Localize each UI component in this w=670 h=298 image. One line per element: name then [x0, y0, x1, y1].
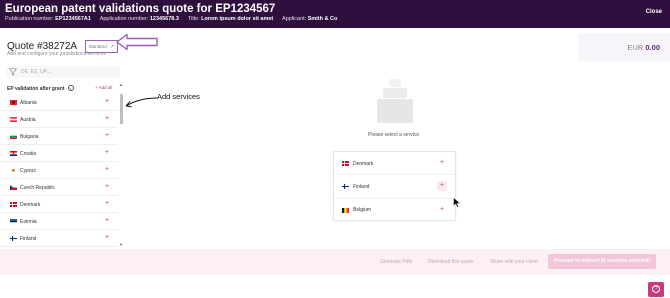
country-name: Cyprus	[20, 167, 36, 174]
add-all-button[interactable]: + Add all	[95, 85, 112, 90]
add-service-button[interactable]: +	[437, 158, 447, 168]
empty-state-message: Please select a service	[368, 132, 420, 138]
denmark-flag-icon	[342, 161, 349, 166]
mouse-cursor-icon	[453, 197, 461, 208]
search-input[interactable]: DE, ES, UP,...	[21, 69, 52, 75]
country-row[interactable]: Albania +	[0, 94, 118, 111]
download-quote-button[interactable]: Download this quote	[428, 259, 473, 265]
scroll-down-icon[interactable]: ▼	[119, 242, 123, 247]
quote-subtitle: Add and configure your jurisdictions/ser…	[7, 51, 106, 57]
add-country-button[interactable]: +	[105, 234, 109, 242]
add-country-button[interactable]: +	[105, 217, 109, 225]
service-name: Belgium	[353, 207, 372, 214]
applicant-label: Applicant:	[282, 16, 307, 22]
country-search[interactable]: DE, ES, UP,...	[6, 66, 120, 78]
country-name: Croatia	[20, 150, 37, 157]
country-name: Finland	[20, 235, 37, 242]
proceed-button[interactable]: Proceed to instruct (0 services selected…	[548, 254, 656, 269]
add-country-button[interactable]: +	[105, 166, 109, 174]
jurisdiction-panel: EP validation after grant i + Add all Al…	[0, 82, 124, 247]
generate-pdfs-button[interactable]: Generate Pdfs	[380, 259, 412, 265]
country-name: Albania	[20, 99, 37, 106]
country-name: Austria	[20, 116, 36, 123]
publication-label: Publication number:	[5, 16, 54, 22]
help-button[interactable]: ?	[648, 282, 664, 297]
country-row[interactable]: Estonia +	[0, 213, 118, 230]
quote-total: EUR 0.00	[578, 33, 670, 61]
country-name: Denmark	[20, 201, 41, 208]
add-country-button[interactable]: +	[105, 200, 109, 208]
cyprus-flag-icon	[10, 168, 17, 173]
country-row[interactable]: Croatia +	[0, 145, 118, 162]
finland-flag-icon	[10, 236, 17, 241]
croatia-flag-icon	[10, 151, 17, 156]
application-value: 12345678.3	[149, 16, 179, 22]
country-row[interactable]: Austria +	[0, 111, 118, 128]
top-bar: European patent validations quote for EP…	[0, 0, 670, 28]
help-icon: ?	[652, 285, 660, 293]
country-row[interactable]: Denmark +	[0, 196, 118, 213]
add-country-button[interactable]: +	[105, 98, 109, 106]
add-service-button[interactable]: +	[437, 181, 447, 192]
bulgaria-flag-icon	[10, 134, 17, 139]
country-list: Albania + Austria + Bulgaria + Croatia + Cyprus +…	[0, 94, 118, 247]
annotation-arrow-icon	[116, 33, 158, 51]
quote-type-label: Standard	[88, 44, 107, 50]
country-row[interactable]: Cyprus +	[0, 162, 118, 179]
share-client-button[interactable]: Share with your client	[490, 259, 538, 265]
patent-meta: Publication number: EP1234567A1 Applicat…	[5, 16, 337, 22]
albania-flag-icon	[10, 100, 17, 105]
country-row[interactable]: Czech Republic +	[0, 179, 118, 196]
info-icon[interactable]: i	[67, 85, 74, 91]
swap-icon: ↗	[110, 44, 115, 51]
annotation-pointer-icon	[125, 97, 158, 108]
service-row[interactable]: Denmark +	[334, 152, 455, 176]
country-name: Estonia	[20, 218, 37, 225]
estonia-flag-icon	[10, 219, 17, 224]
application-label: Application number:	[99, 16, 149, 22]
add-country-button[interactable]: +	[105, 132, 109, 140]
service-name: Finland	[353, 183, 370, 190]
applicant-value: Smith & Co	[307, 16, 338, 22]
denmark-flag-icon	[10, 202, 17, 207]
austria-flag-icon	[10, 117, 17, 122]
service-card: Denmark + Finland + Belgium +	[333, 151, 456, 221]
country-name: Czech Republic	[20, 184, 56, 191]
footer-bar: Generate Pdfs Download this quote Share …	[0, 249, 670, 275]
title-value: Lorem ipsum dolor sit amet	[201, 16, 274, 22]
scroll-up-icon[interactable]: ▲	[119, 82, 123, 87]
currency-label: EUR	[627, 43, 644, 52]
service-name: Denmark	[353, 160, 374, 167]
close-button[interactable]: Close	[646, 9, 662, 15]
service-row[interactable]: Belgium +	[334, 199, 455, 222]
total-amount: 0.00	[645, 43, 660, 52]
add-country-button[interactable]: +	[105, 183, 109, 191]
empty-state-illustration	[377, 79, 413, 123]
belgium-flag-icon	[342, 207, 349, 213]
country-row[interactable]: Bulgaria +	[0, 128, 118, 145]
panel-heading: EP validation after grant i	[7, 85, 74, 92]
czech-flag-icon	[10, 185, 17, 190]
page-title: European patent validations quote for EP…	[5, 3, 276, 15]
country-name: Bulgaria	[20, 133, 39, 140]
add-service-button[interactable]: +	[437, 205, 447, 215]
annotation-text: Add services	[157, 92, 200, 101]
filter-icon	[9, 68, 17, 76]
title-label: Title:	[187, 16, 200, 22]
finland-flag-icon	[342, 184, 349, 190]
service-row[interactable]: Finland +	[334, 175, 455, 199]
add-country-button[interactable]: +	[105, 115, 109, 123]
publication-value: EP1234567A1	[55, 16, 91, 22]
country-row[interactable]: Finland +	[0, 230, 118, 247]
add-country-button[interactable]: +	[105, 149, 109, 157]
